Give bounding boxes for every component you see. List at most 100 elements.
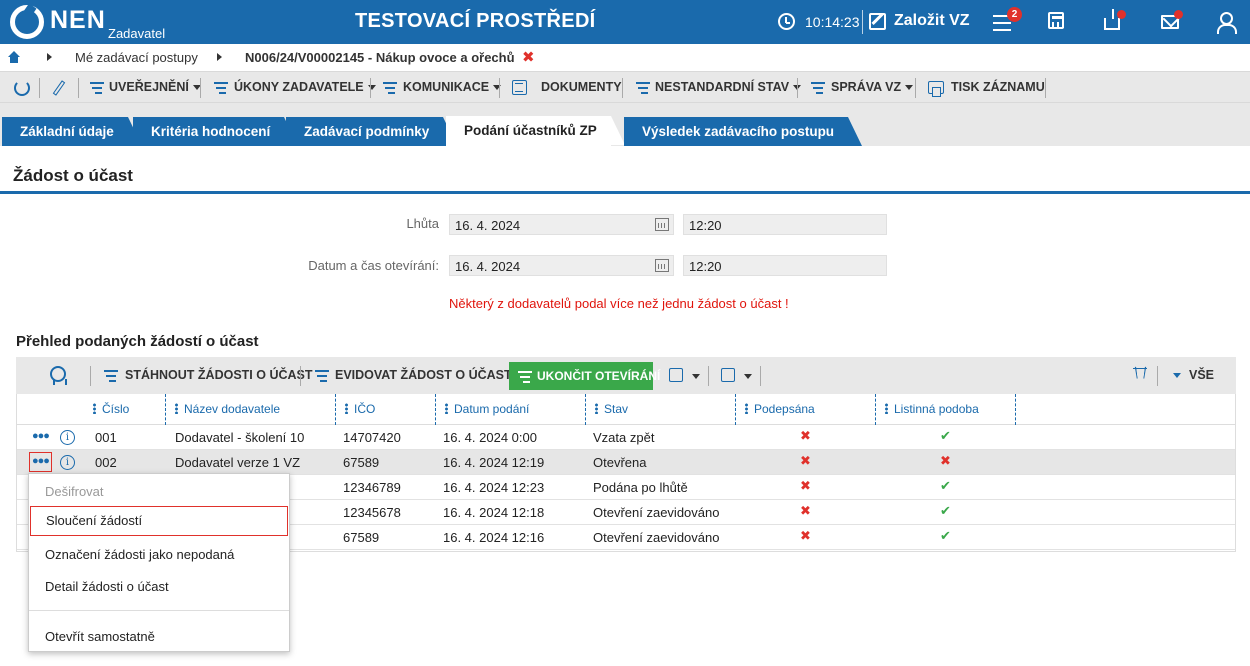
create-icon[interactable] [869,13,886,30]
inbox-icon[interactable] [1104,9,1120,30]
print-record-button[interactable]: TISK ZÁZNAMU [951,80,1045,94]
publish-menu[interactable]: UVEŘEJNĚNÍ [109,80,201,94]
info-icon[interactable]: i [60,455,75,470]
column-header-state[interactable]: Stav [589,394,628,425]
overview-title: Přehled podaných žádostí o účast [16,333,259,350]
export-icon[interactable] [721,368,735,382]
chevron-down-icon [367,85,376,91]
download-applications-button[interactable]: STÁHNOUT ŽÁDOSTI O ÚČAST [125,368,313,382]
column-divider [165,394,166,425]
breadcrumb-item[interactable]: Mé zadávací postupy [75,50,198,65]
divider [622,78,623,98]
deadline-date-field[interactable]: 16. 4. 2024 [449,214,674,235]
tab-basic-info[interactable]: Základní údaje [2,117,142,146]
finish-opening-button[interactable]: UKONČIT OTEVÍRÁNÍ [509,362,660,390]
documents-button[interactable]: DOKUMENTY [541,80,622,94]
column-header-label: Listinná podoba [894,402,979,416]
column-header-date[interactable]: Datum podání [439,394,529,425]
menu-item-merge-applications[interactable]: Sloučení žádostí [30,506,288,536]
list-icon [383,82,397,94]
cross-icon: ✖ [800,503,811,518]
cell-date: 16. 4. 2024 0:00 [443,430,537,445]
check-icon: ✔ [940,503,951,518]
chevron-down-icon[interactable] [744,374,752,379]
management-menu[interactable]: SPRÁVA VZ [831,80,914,94]
tab-evaluation-criteria[interactable]: Kritéria hodnocení [133,117,299,146]
environment-title: TESTOVACÍ PROSTŘEDÍ [355,10,596,32]
brand-name[interactable]: NEN [50,6,106,35]
refresh-icon[interactable] [14,80,30,96]
award-icon[interactable] [50,366,67,385]
column-header-signed[interactable]: Podepsána [739,394,815,425]
list-icon [315,370,329,382]
print-icon[interactable] [669,368,683,382]
divider [499,78,500,98]
table-row[interactable]: ●●● i 002 Dodavatel verze 1 VZ 67589 16.… [17,450,1235,475]
communication-menu[interactable]: KOMUNIKACE [403,80,502,94]
divider [200,78,201,98]
column-header-label: Datum podání [454,402,530,416]
clock-icon [778,13,795,30]
top-bar: NEN Zadavatel TESTOVACÍ PROSTŘEDÍ 10:14:… [0,0,1250,44]
chevron-down-icon [1173,373,1181,379]
communication-menu-label: KOMUNIKACE [403,80,490,94]
menu-item-detail[interactable]: Detail žádosti o účast [29,571,289,601]
opening-label: Datum a čas otevírání: [308,258,439,273]
list-icon [811,82,825,94]
register-application-button[interactable]: EVIDOVAT ŽÁDOST O ÚČAST [335,368,512,382]
user-icon[interactable] [1215,12,1237,34]
filter-icon[interactable] [1133,368,1149,384]
tab-procedure-result[interactable]: Výsledek zadávacího postupu [624,117,863,146]
home-icon[interactable] [8,51,20,63]
divider [1157,366,1158,386]
menu-item-decrypt[interactable]: Dešifrovat [29,476,289,506]
chevron-down-icon[interactable] [692,374,700,379]
cross-icon: ✖ [800,478,811,493]
actions-menu[interactable]: ÚKONY ZADAVATELE [234,80,376,94]
column-header-label: IČO [354,402,376,416]
list-icon [214,82,228,94]
cell-supplier: Dodavatel - školení 10 [175,430,305,445]
cross-icon: ✖ [940,453,951,468]
calculator-icon[interactable] [1048,12,1064,29]
create-vz-button[interactable]: Založit VZ [894,12,970,30]
tab-tender-conditions[interactable]: Zadávací podmínky [286,117,458,146]
info-icon[interactable]: i [60,430,75,445]
management-menu-label: SPRÁVA VZ [831,80,902,94]
table-row[interactable]: ●●● i 001 Dodavatel - školení 10 1470742… [17,425,1235,450]
menu-item-mark-not-submitted[interactable]: Označení žádosti jako nepodaná [29,539,289,569]
breadcrumb: Mé zadávací postupy N006/24/V00002145 - … [0,44,1250,71]
column-header-number[interactable]: Číslo [87,394,129,425]
tab-submissions[interactable]: Podání účastníků ZP [446,116,625,146]
calendar-icon[interactable] [655,259,669,272]
close-icon[interactable]: ✖ [522,48,535,66]
divider [39,78,40,98]
column-header-label: Číslo [102,402,130,416]
more-icon[interactable]: ●●● [32,430,50,442]
column-header-ico[interactable]: IČO [339,394,375,425]
filter-all-select[interactable]: VŠE [1173,368,1214,382]
drag-handle-icon [885,403,888,414]
check-icon: ✔ [940,478,951,493]
opening-date-field[interactable]: 16. 4. 2024 [449,255,674,276]
menu-item-open-standalone[interactable]: Otevřít samostatně [29,621,289,651]
breadcrumb-arrow-icon [217,53,222,61]
divider [862,10,863,34]
nonstandard-menu[interactable]: NESTANDARDNÍ STAV [655,80,802,94]
cross-icon: ✖ [800,428,811,443]
document-icon [512,80,527,95]
deadline-time-field[interactable]: 12:20 [683,214,887,235]
list-icon [104,370,118,382]
deadline-date-value: 16. 4. 2024 [455,218,521,233]
cell-state: Vzata zpět [593,430,655,445]
pencil-icon[interactable] [52,80,66,96]
opening-time-field[interactable]: 12:20 [683,255,887,276]
divider [1045,78,1046,98]
cell-state: Otevřena [593,455,647,470]
more-icon[interactable]: ●●● [29,452,52,472]
nen-logo[interactable] [10,5,44,39]
column-header-paper[interactable]: Listinná podoba [879,394,979,425]
mail-dot [1174,10,1183,19]
column-header-supplier[interactable]: Název dodavatele [169,394,280,425]
calendar-icon[interactable] [655,218,669,231]
